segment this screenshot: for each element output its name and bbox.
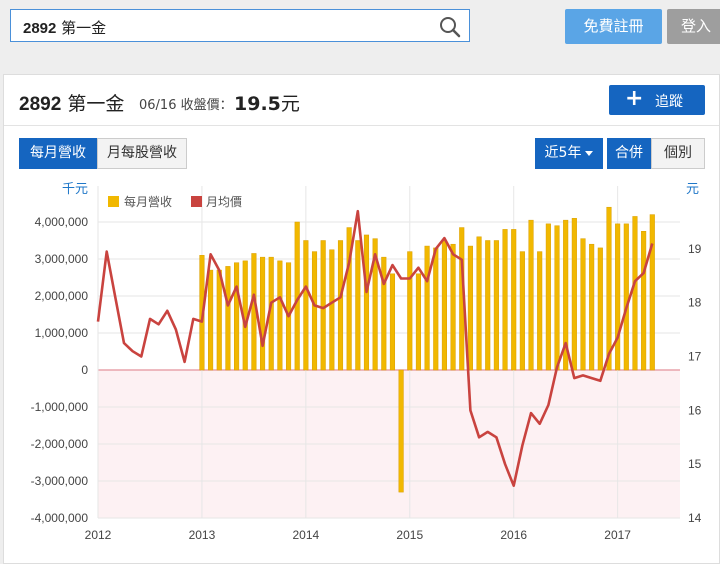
revenue-bar (363, 234, 370, 371)
y-left-tick-label: 0 (81, 363, 88, 377)
y-right-tick-label: 17 (688, 350, 702, 364)
revenue-bar (311, 251, 318, 371)
revenue-bar (216, 269, 222, 371)
y-left-tick-label: -4,000,000 (31, 511, 89, 525)
revenue-bar (597, 247, 603, 371)
revenue-bar (554, 225, 560, 371)
revenue-bar (571, 218, 577, 371)
y-left-tick-label: 2,000,000 (35, 289, 89, 303)
revenue-bar (398, 369, 404, 493)
revenue-bar (589, 243, 595, 371)
revenue-bar (424, 245, 430, 371)
x-tick-label: 2012 (85, 528, 112, 542)
legend-swatch-bar (108, 196, 119, 207)
revenue-bar (623, 223, 629, 371)
revenue-bar (415, 273, 421, 371)
revenue-bar (329, 249, 335, 371)
y-left-tick-label: 3,000,000 (35, 252, 89, 266)
revenue-bar (606, 206, 612, 371)
revenue-bar (519, 251, 525, 371)
y-right-tick-label: 14 (688, 511, 702, 525)
x-tick-label: 2013 (189, 528, 216, 542)
revenue-bar (485, 240, 491, 371)
x-tick-label: 2016 (500, 528, 527, 542)
y-right-tick-label: 18 (688, 296, 702, 310)
revenue-bar (511, 229, 517, 371)
revenue-bar (225, 266, 231, 371)
revenue-bar (208, 269, 214, 371)
revenue-bar (260, 256, 266, 371)
revenue-bar (467, 245, 473, 371)
revenue-bar (502, 229, 508, 371)
y-right-tick-label: 16 (688, 403, 702, 417)
revenue-bar (528, 219, 534, 371)
y-left-tick-label: 1,000,000 (35, 326, 89, 340)
revenue-bar (545, 223, 551, 371)
revenue-bar (493, 240, 499, 371)
revenue-bar (320, 240, 326, 371)
y-right-tick-label: 19 (688, 242, 702, 256)
revenue-bar (234, 262, 240, 371)
left-unit-label: 千元 (62, 182, 88, 197)
revenue-bar (649, 214, 655, 371)
revenue-bar (303, 240, 309, 371)
x-tick-label: 2015 (396, 528, 423, 542)
revenue-chart: 4,000,000 3,000,000 2,000,000 1,000,000 0 -1,… (31, 182, 702, 542)
legend-label-price: 月均價 (206, 195, 242, 209)
legend-label-revenue: 每月營收 (124, 194, 172, 209)
x-tick-label: 2014 (293, 528, 320, 542)
revenue-bar (615, 223, 621, 371)
revenue-bar (355, 240, 361, 371)
right-unit-label: 元 (686, 182, 699, 197)
revenue-bar (433, 247, 439, 371)
revenue-bar (537, 251, 543, 371)
revenue-bar (450, 243, 456, 371)
y-left-tick-label: 4,000,000 (35, 215, 89, 229)
revenue-bar (632, 216, 638, 371)
revenue-bar (641, 231, 647, 371)
revenue-bar (580, 238, 586, 371)
revenue-bar (407, 251, 413, 371)
revenue-bar (389, 273, 396, 371)
legend-swatch-line (191, 196, 202, 207)
revenue-bar (277, 260, 283, 371)
y-left-tick-label: -2,000,000 (31, 437, 89, 451)
revenue-bar (441, 240, 447, 371)
revenue-bar (476, 236, 482, 371)
y-left-tick-label: -3,000,000 (31, 474, 89, 488)
x-tick-label: 2017 (604, 528, 631, 542)
y-left-tick-label: -1,000,000 (31, 400, 89, 414)
revenue-bar (337, 240, 344, 371)
y-right-tick-label: 15 (688, 457, 702, 471)
